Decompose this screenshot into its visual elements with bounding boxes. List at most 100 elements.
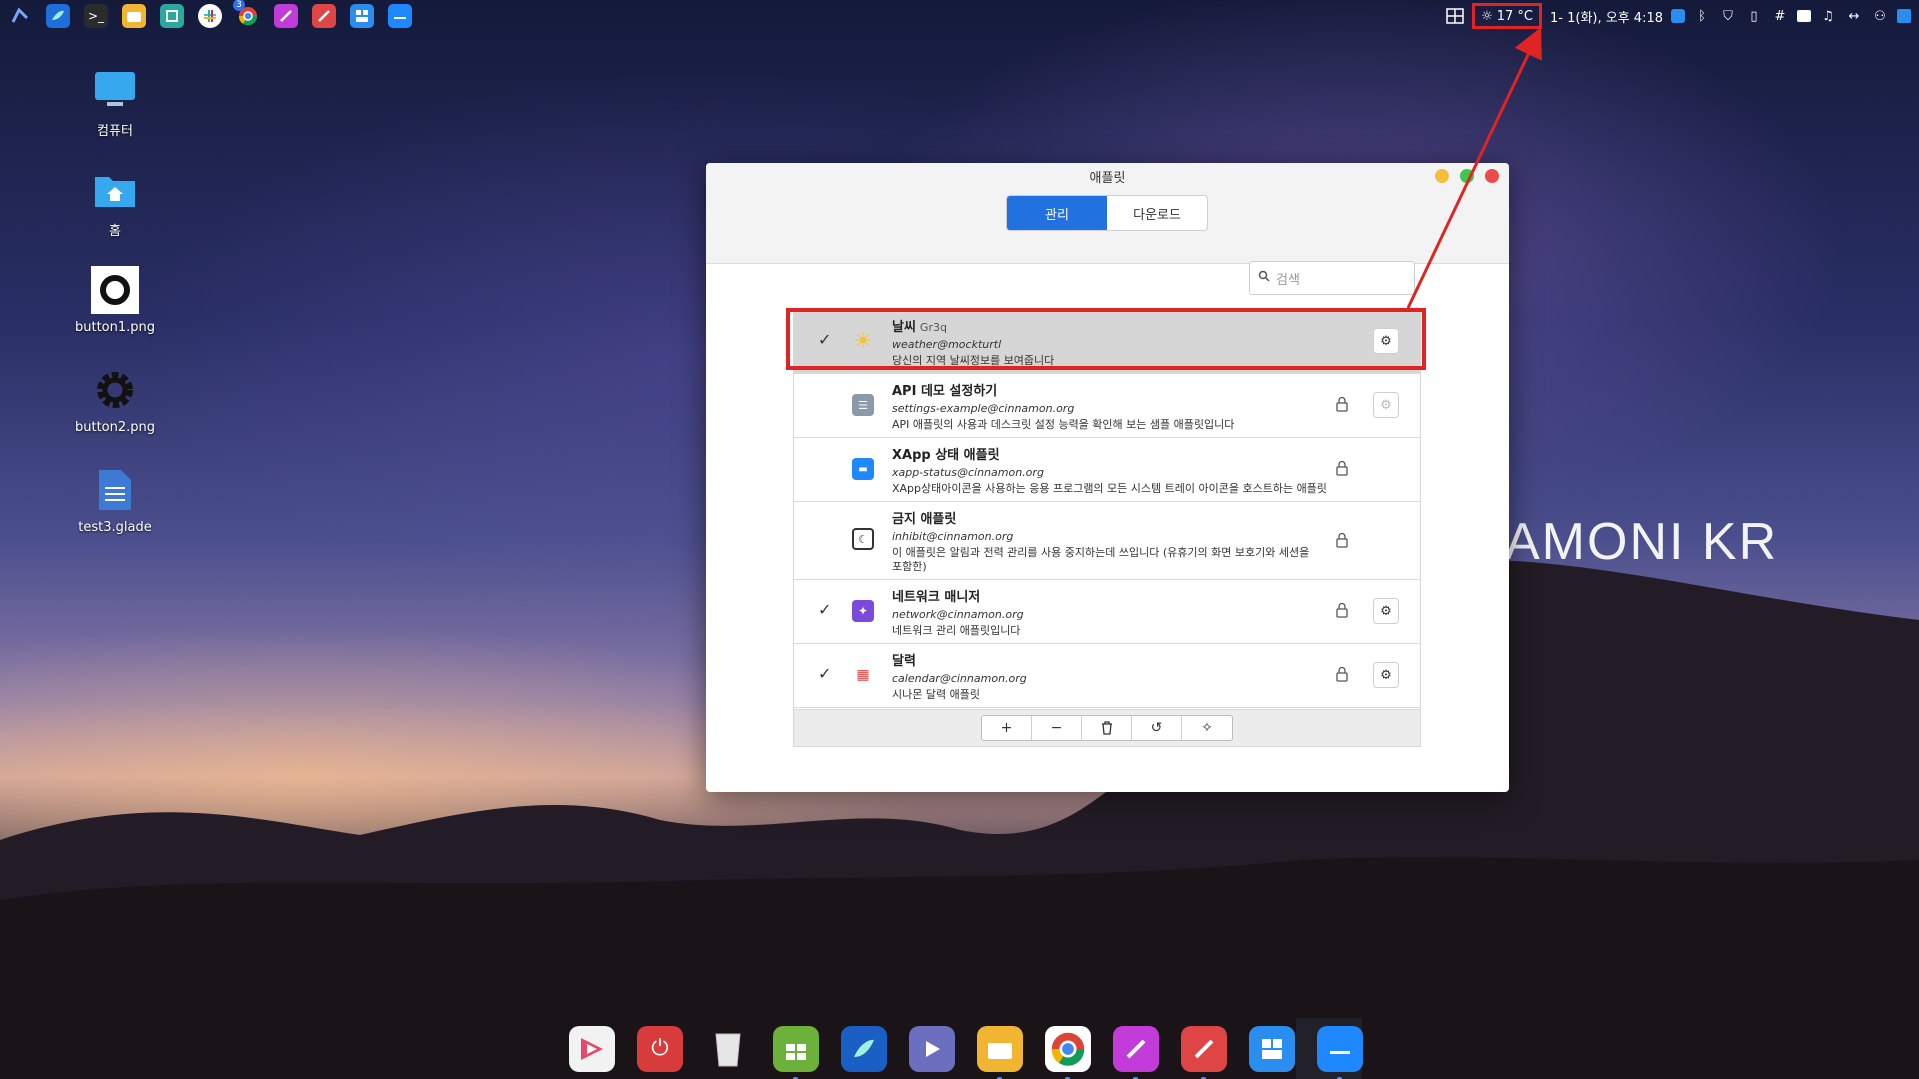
applet-name: 금지 애플릿 xyxy=(892,512,957,527)
window-controls xyxy=(1435,169,1499,183)
applet-row-weather[interactable]: ✓ ☀ 날씨 Gr3q weather@mockturtl 당신의 지역 날씨정보… xyxy=(794,310,1420,374)
shield-icon[interactable]: ⛉ xyxy=(1719,7,1737,25)
applet-list: ✓ ☀ 날씨 Gr3q weather@mockturtl 당신의 지역 날씨정보… xyxy=(793,309,1421,709)
media-player-icon[interactable] xyxy=(569,1025,615,1072)
calendar-icon: ▦ xyxy=(856,667,870,683)
window-header: 관리 다운로드 xyxy=(706,189,1509,264)
lock-icon[interactable] xyxy=(1335,460,1351,476)
search-placeholder: 검색 xyxy=(1276,272,1300,288)
applet-name: 날씨 Gr3q xyxy=(892,320,947,335)
chrome-icon[interactable]: 3 xyxy=(233,0,260,28)
undo-icon[interactable]: ↺ xyxy=(1132,716,1182,740)
applet-row-settings-example[interactable]: ☰ API 데모 설정하기 settings-example@cinnamon.… xyxy=(794,374,1420,438)
window-titlebar[interactable]: 애플릿 xyxy=(706,163,1509,189)
desktop-icon-label: button1.png xyxy=(74,320,156,335)
desktop-icon-computer[interactable]: 컴퓨터 xyxy=(60,66,170,139)
files-icon[interactable] xyxy=(977,1025,1023,1079)
browser-bird-icon[interactable] xyxy=(841,1025,887,1072)
trash-can-icon[interactable] xyxy=(705,1026,751,1072)
image-file-icon xyxy=(91,266,139,314)
lock-icon[interactable] xyxy=(1335,532,1351,548)
list-toolbar: + − ↺ ✧ xyxy=(793,709,1421,747)
dock: ⏻ xyxy=(563,1018,1369,1079)
applet-description: XApp상태아이콘을 사용하는 응용 프로그램의 모든 시스템 트레이 아이콘을… xyxy=(892,482,1327,495)
applet-text: XApp 상태 애플릿 xapp-status@cinnamon.org XAp… xyxy=(892,444,1332,496)
applet-row-inhibit[interactable]: ☾ 금지 애플릿 inhibit@cinnamon.org 이 애플릿은 알림과… xyxy=(794,502,1420,580)
applet-description: 이 애플릿은 알림과 전력 관리를 사용 중지하는데 쓰입니다 (유휴기의 화면… xyxy=(892,546,1310,573)
video-player-icon[interactable] xyxy=(909,1025,955,1072)
applet-text: API 데모 설정하기 settings-example@cinnamon.or… xyxy=(892,380,1332,432)
list-toolbar-buttons: + − ↺ ✧ xyxy=(981,715,1233,741)
layout-icon[interactable] xyxy=(1249,1025,1295,1072)
show-desktop-icon[interactable] xyxy=(1897,9,1911,23)
lock-icon[interactable] xyxy=(1335,666,1351,682)
configure-button[interactable]: ⚙ xyxy=(1373,662,1399,688)
chat-icon[interactable] xyxy=(388,4,412,28)
network-arrows-icon[interactable]: ↔ xyxy=(1845,7,1863,25)
extensions-icon[interactable]: ✧ xyxy=(1182,716,1232,740)
configure-button[interactable]: ⚙ xyxy=(1373,598,1399,624)
panel-launchers: >_ 3 xyxy=(8,0,412,28)
applet-row-network[interactable]: ✓ ✦ 네트워크 매니저 network@cinnamon.org 네트워크 관… xyxy=(794,580,1420,644)
drawing-icon[interactable] xyxy=(1113,1025,1159,1079)
workspace-switcher-icon[interactable] xyxy=(1446,7,1464,25)
terminal-icon[interactable]: >_ xyxy=(84,4,108,28)
text-editor-icon[interactable] xyxy=(1181,1025,1227,1079)
app-tray-icon[interactable] xyxy=(1671,9,1685,23)
applet-uuid: network@cinnamon.org xyxy=(892,608,1024,621)
music-icon[interactable]: ♫ xyxy=(1819,7,1837,25)
desktop-icon-label: test3.glade xyxy=(78,520,152,535)
applet-description: API 애플릿의 사용과 데스크릿 설정 능력을 확인해 보는 샘플 애플릿입니… xyxy=(892,418,1235,431)
trash-icon[interactable] xyxy=(1082,716,1132,740)
clock[interactable]: 1- 1(화), 오후 4:18 xyxy=(1550,7,1663,26)
configure-button[interactable]: ⚙ xyxy=(1373,328,1399,354)
slack-tray-icon[interactable]: # xyxy=(1771,7,1789,25)
close-button[interactable] xyxy=(1485,169,1499,183)
clipboard-icon[interactable]: ▯ xyxy=(1745,7,1763,25)
computer-icon xyxy=(91,66,139,114)
applet-text: 달력 calendar@cinnamon.org 시나몬 달력 애플릿 xyxy=(892,650,1332,702)
files-icon[interactable] xyxy=(122,4,146,28)
minimize-button[interactable] xyxy=(1435,169,1449,183)
xapp-status-icon: ▬ xyxy=(852,458,874,480)
applet-text: 날씨 Gr3q weather@mockturtl 당신의 지역 날씨정보를 보여… xyxy=(892,316,1332,368)
add-icon[interactable]: + xyxy=(982,716,1032,740)
desktop-icon-test3[interactable]: test3.glade xyxy=(60,466,170,535)
layout-icon[interactable] xyxy=(350,4,374,28)
software-center-icon[interactable] xyxy=(773,1025,819,1079)
keyboard-icon[interactable] xyxy=(1797,10,1811,22)
applet-row-calendar[interactable]: ✓ ▦ 달력 calendar@cinnamon.org 시나몬 달력 애플릿 … xyxy=(794,644,1420,708)
lock-icon[interactable] xyxy=(1335,396,1351,412)
configure-button[interactable]: ⚙ xyxy=(1373,392,1399,418)
applet-description: 당신의 지역 날씨정보를 보여줍니다 xyxy=(892,354,1055,367)
applet-description: 시나몬 달력 애플릿 xyxy=(892,688,980,701)
drawing-icon[interactable] xyxy=(274,4,298,28)
user-icon[interactable]: ⚇ xyxy=(1871,7,1889,25)
chat-icon[interactable] xyxy=(1317,1025,1363,1079)
browser-bird-icon[interactable] xyxy=(46,4,70,28)
chrome-icon[interactable] xyxy=(1045,1025,1091,1079)
maximize-button[interactable] xyxy=(1460,169,1474,183)
menu-icon[interactable] xyxy=(8,4,32,28)
screenshot-icon[interactable] xyxy=(160,4,184,28)
desktop-icon-home[interactable]: 홈 xyxy=(60,166,170,239)
tab-download[interactable]: 다운로드 xyxy=(1107,196,1207,230)
applet-description: 네트워크 관리 애플릿입니다 xyxy=(892,624,1021,637)
power-icon[interactable]: ⏻ xyxy=(637,1025,683,1072)
remove-icon[interactable]: − xyxy=(1032,716,1082,740)
search-input[interactable]: 검색 xyxy=(1249,261,1415,295)
slack-icon[interactable] xyxy=(198,4,222,28)
bluetooth-icon[interactable]: ᛒ xyxy=(1693,7,1711,25)
applet-name: 달력 xyxy=(892,654,916,669)
desktop-icon-label: 홈 xyxy=(109,224,121,239)
enabled-check-icon: ✓ xyxy=(818,664,832,683)
system-tray: ☼ 17 °C 1- 1(화), 오후 4:18 ᛒ ⛉ ▯ # ♫ ↔ ⚇ xyxy=(1446,3,1911,29)
text-editor-icon[interactable] xyxy=(312,4,336,28)
desktop-icon-button2[interactable]: button2.png xyxy=(60,366,170,435)
desktop-icon-button1[interactable]: button1.png xyxy=(60,266,170,335)
lock-icon[interactable] xyxy=(1335,602,1351,618)
tab-manage[interactable]: 관리 xyxy=(1007,196,1107,230)
applet-row-xapp-status[interactable]: ▬ XApp 상태 애플릿 xapp-status@cinnamon.org X… xyxy=(794,438,1420,502)
sun-icon: ☀ xyxy=(853,328,873,354)
weather-applet[interactable]: ☼ 17 °C xyxy=(1472,3,1543,29)
